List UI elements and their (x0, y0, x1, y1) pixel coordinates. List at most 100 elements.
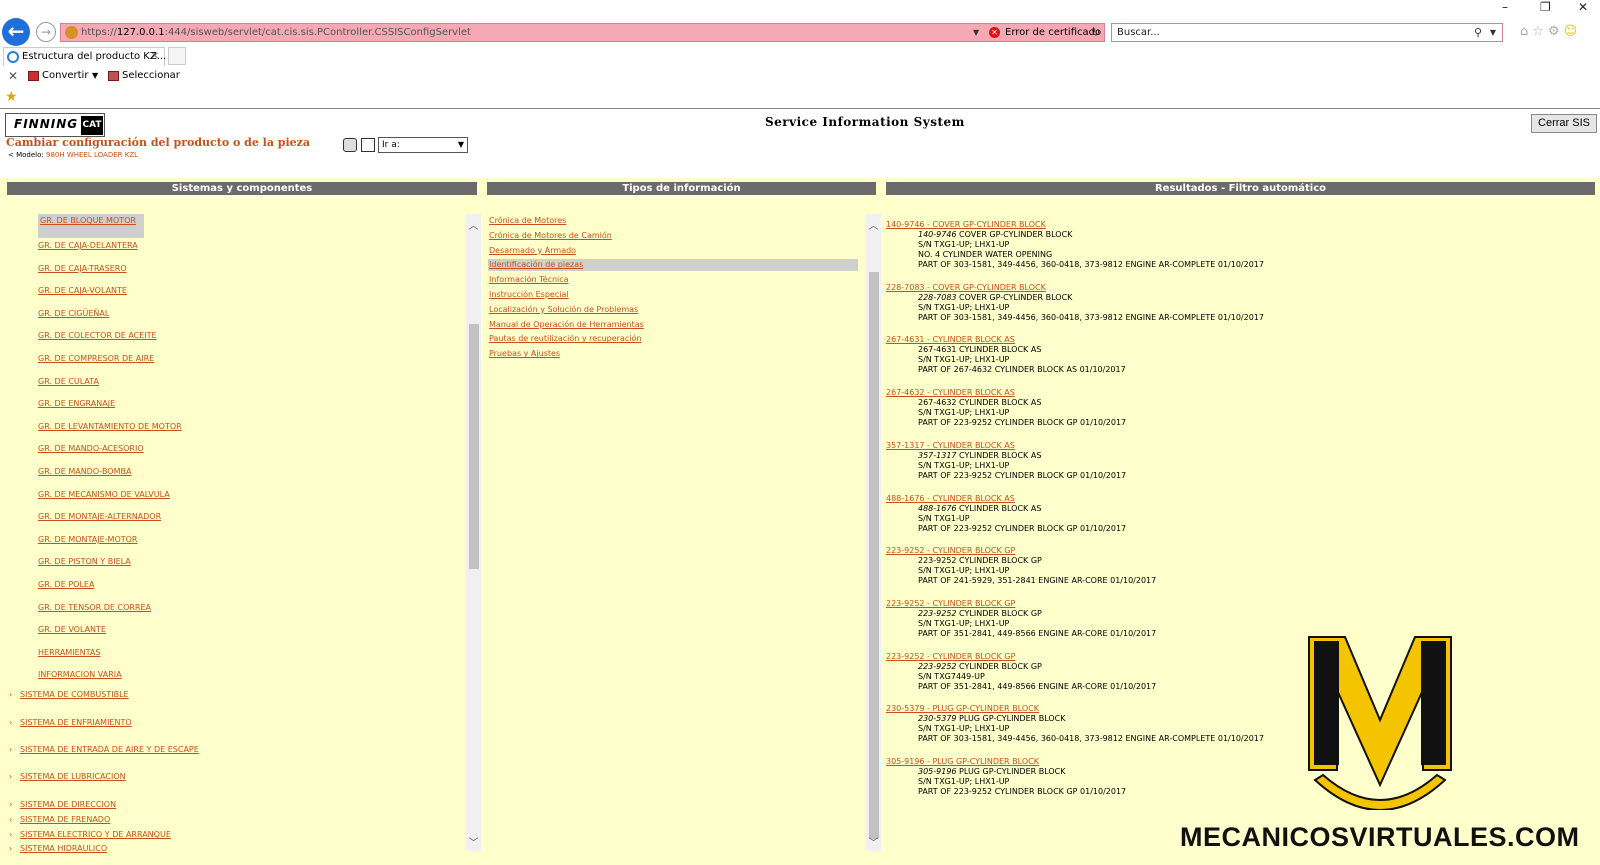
expand-arrow-icon[interactable]: › (9, 815, 12, 824)
goto-select[interactable]: Ir a: ▼ (378, 137, 468, 153)
info-type-item[interactable]: Pruebas y Ajustes (489, 349, 560, 358)
system-item[interactable]: SISTEMA DE ENFRIAMIENTO (20, 718, 132, 727)
system-sub-item[interactable]: GR. DE CAJA-DELANTERA (38, 241, 138, 250)
cert-error-label[interactable]: Error de certificado (1005, 24, 1101, 41)
expand-arrow-icon[interactable]: › (9, 745, 12, 754)
expand-arrow-icon[interactable]: › (9, 830, 12, 839)
info-scrollbar[interactable]: ︿ ﹀ (866, 214, 881, 851)
result-link[interactable]: 223-9252 - CYLINDER BLOCK GP (886, 599, 1316, 609)
search-input[interactable]: Buscar... ⚲ ▼ (1111, 23, 1503, 42)
system-sub-item[interactable]: GR. DE VOLANTE (38, 625, 106, 634)
close-tab-icon[interactable]: ✕ (151, 48, 159, 66)
scroll-thumb[interactable] (869, 272, 879, 839)
scroll-down-icon[interactable]: ﹀ (866, 836, 881, 851)
smiley-icon[interactable]: ☺ (1564, 24, 1582, 39)
system-item[interactable]: SISTEMA ELECTRICO Y DE ARRANQUE (20, 830, 171, 839)
expand-arrow-icon[interactable]: › (9, 718, 12, 727)
gear-icon[interactable]: ⚙ (1548, 24, 1564, 39)
document-icon[interactable] (361, 138, 375, 152)
expand-arrow-icon[interactable]: › (9, 772, 12, 781)
close-sis-button[interactable]: Cerrar SIS (1531, 114, 1597, 133)
search-icon[interactable]: ⚲ (1474, 24, 1482, 41)
info-type-item[interactable]: Manual de Operación de Herramientas (489, 320, 644, 329)
system-item[interactable]: SISTEMA HIDRAULICO (20, 844, 107, 853)
select-button[interactable]: Seleccionar (108, 67, 180, 85)
system-sub-item[interactable]: GR. DE ENGRANAJE (38, 399, 115, 408)
system-sub-item[interactable]: GR. DE MECANISMO DE VALVULA (38, 490, 170, 499)
system-sub-item[interactable]: GR. DE MANDO-BOMBA (38, 467, 131, 476)
favorites-icon[interactable]: ☆ (1532, 24, 1548, 39)
system-sub-item[interactable]: GR. DE COLECTOR DE ACEITE (38, 331, 157, 340)
system-item[interactable]: SISTEMA DE FRENADO (20, 815, 110, 824)
model-arrow-icon[interactable]: < (8, 151, 14, 159)
minimize-icon[interactable]: – (1502, 0, 1508, 18)
new-tab-button[interactable] (168, 47, 186, 65)
expand-arrow-icon[interactable]: › (9, 690, 12, 699)
info-type-item[interactable]: Desarmado y Armado (489, 246, 576, 255)
restore-icon[interactable]: ❐ (1540, 0, 1551, 18)
system-sub-item[interactable]: GR. DE LEVANTAMIENTO DE MOTOR (38, 422, 182, 431)
system-sub-item[interactable]: GR. DE MONTAJE-MOTOR (38, 535, 137, 544)
cert-error-icon[interactable]: ✕ (989, 27, 1000, 38)
tab-product-structure[interactable]: Estructura del producto KZ... ✕ (3, 47, 166, 66)
config-title[interactable]: Cambiar configuración del producto o de … (6, 136, 310, 149)
refresh-icon[interactable]: ↻ (1091, 24, 1100, 41)
search-dropdown-icon[interactable]: ▼ (1490, 24, 1496, 41)
expand-arrow-icon[interactable]: › (9, 844, 12, 853)
result-link[interactable]: 357-1317 - CYLINDER BLOCK AS (886, 441, 1316, 451)
result-link[interactable]: 267-4632 - CYLINDER BLOCK AS (886, 388, 1316, 398)
close-window-icon[interactable]: ✕ (1578, 0, 1588, 18)
result-link[interactable]: 230-5379 - PLUG GP-CYLINDER BLOCK (886, 704, 1316, 714)
address-bar[interactable]: https://127.0.0.1:444/sisweb/servlet/cat… (60, 23, 1105, 42)
home-icon[interactable]: ⌂ (1520, 24, 1532, 39)
system-sub-item[interactable]: GR. DE PISTON Y BIELA (38, 557, 131, 566)
result-link[interactable]: 488-1676 - CYLINDER BLOCK AS (886, 494, 1316, 504)
info-type-item[interactable]: Localización y Solución de Problemas (489, 305, 638, 314)
info-type-item[interactable]: Identificación de piezas (489, 260, 583, 269)
result-link[interactable]: 305-9196 - PLUG GP-CYLINDER BLOCK (886, 757, 1316, 767)
system-item[interactable]: SISTEMA DE DIRECCION (20, 800, 116, 809)
system-sub-item[interactable]: HERRAMIENTAS (38, 648, 100, 657)
scroll-up-icon[interactable]: ︿ (866, 219, 881, 234)
add-favorite-icon[interactable]: ★ (5, 89, 18, 105)
info-type-item[interactable]: Pautas de reutilización y recuperación (489, 334, 641, 343)
info-type-item[interactable]: Crónica de Motores de Camión (489, 231, 612, 240)
system-item[interactable]: SISTEMA DE ENTRADA DE AIRE Y DE ESCAPE (20, 745, 199, 754)
scroll-up-icon[interactable]: ︿ (466, 219, 481, 234)
system-item-selected[interactable]: GR. DE BLOQUE MOTOR (40, 216, 136, 225)
system-sub-item[interactable]: GR. DE MONTAJE-ALTERNADOR (38, 512, 161, 521)
system-sub-item[interactable]: GR. DE CAJA-VOLANTE (38, 286, 127, 295)
result-link[interactable]: 140-9746 - COVER GP-CYLINDER BLOCK (886, 220, 1316, 230)
systems-scrollbar[interactable]: ︿ ﹀ (466, 214, 481, 851)
close-bar-icon[interactable]: ✕ (8, 67, 18, 85)
info-type-item[interactable]: Instrucción Especial (489, 290, 569, 299)
back-arrow-icon[interactable]: ← (2, 18, 30, 46)
system-sub-item[interactable]: GR. DE COMPRESOR DE AIRE (38, 354, 154, 363)
info-type-item[interactable]: Crónica de Motores (489, 216, 566, 225)
result-link[interactable]: 223-9252 - CYLINDER BLOCK GP (886, 546, 1316, 556)
system-sub-item[interactable]: GR. DE TENSOR DE CORREA (38, 603, 151, 612)
result-title: 267-4632 CYLINDER BLOCK AS (886, 398, 1316, 408)
result-link[interactable]: 228-7083 - COVER GP-CYLINDER BLOCK (886, 283, 1316, 293)
expand-arrow-icon[interactable]: › (9, 800, 12, 809)
convert-button[interactable]: Convertir (28, 67, 88, 85)
system-item[interactable]: SISTEMA DE COMBUSTIBLE (20, 690, 129, 699)
system-sub-item[interactable]: GR. DE POLEA (38, 580, 94, 589)
system-sub-item[interactable]: GR. DE CIGÜEÑAL (38, 309, 109, 318)
scroll-down-icon[interactable]: ﹀ (466, 836, 481, 851)
info-type-item[interactable]: Información Técnica (489, 275, 569, 284)
chevron-down-icon: ▼ (457, 140, 464, 149)
result-link[interactable]: 223-9252 - CYLINDER BLOCK GP (886, 652, 1316, 662)
system-item[interactable]: SISTEMA DE LUBRICACION (20, 772, 126, 781)
address-dropdown-icon[interactable]: ▼ (973, 24, 979, 41)
convert-dropdown-icon[interactable]: ▼ (92, 67, 98, 85)
result-link[interactable]: 267-4631 - CYLINDER BLOCK AS (886, 335, 1316, 345)
system-sub-item[interactable]: GR. DE CAJA-TRASERO (38, 264, 127, 273)
scroll-thumb[interactable] (469, 324, 479, 569)
forward-arrow-icon[interactable]: → (36, 22, 56, 42)
url-text[interactable]: https://127.0.0.1:444/sisweb/servlet/cat… (81, 24, 471, 41)
system-sub-item[interactable]: GR. DE MANDO-ACESORIO (38, 444, 144, 453)
print-icon[interactable] (343, 138, 357, 152)
system-sub-item[interactable]: INFORMACION VARIA (38, 670, 122, 679)
system-sub-item[interactable]: GR. DE CULATA (38, 377, 99, 386)
